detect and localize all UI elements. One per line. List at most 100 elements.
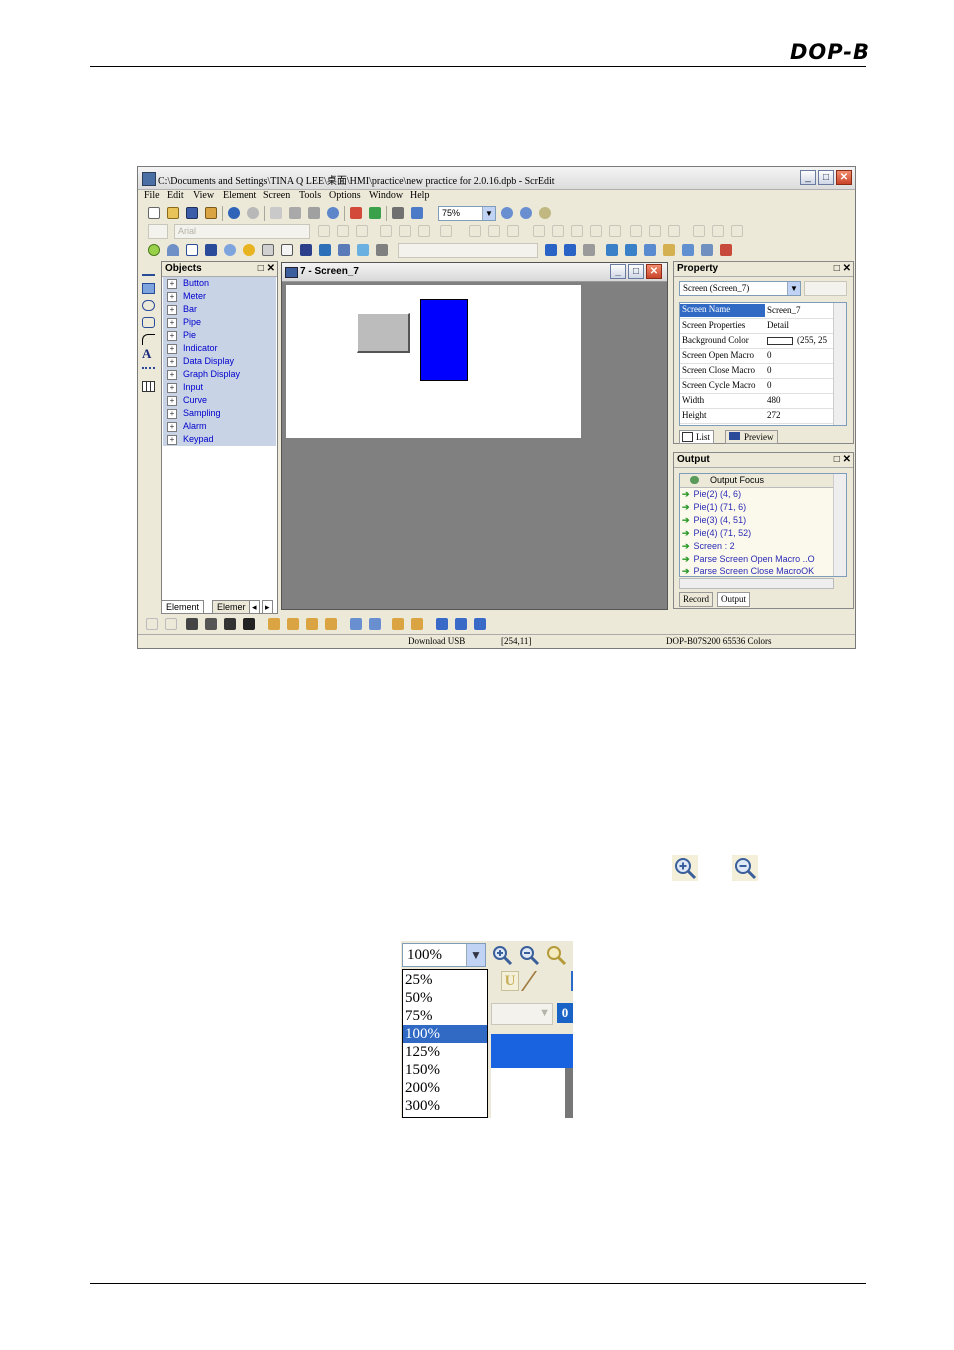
find-icon[interactable] bbox=[327, 207, 339, 219]
screen-1-icon[interactable] bbox=[564, 244, 576, 256]
screen-0-icon[interactable] bbox=[545, 244, 557, 256]
snap-icon[interactable] bbox=[455, 618, 467, 630]
table-icon[interactable] bbox=[142, 381, 155, 392]
object-item-sampling[interactable]: + Sampling bbox=[163, 407, 276, 421]
zoom-option-50[interactable]: 50% bbox=[403, 989, 487, 1007]
output-vscrollbar[interactable] bbox=[833, 474, 846, 576]
object-item-bar[interactable]: + Bar bbox=[163, 303, 276, 317]
object-item-indicator[interactable]: + Indicator bbox=[163, 342, 276, 356]
close-icon[interactable]: ✕ bbox=[646, 264, 662, 279]
panel-close-icon[interactable]: □ ✕ bbox=[258, 262, 275, 276]
zoom-option-25[interactable]: 25% bbox=[403, 971, 487, 989]
expand-icon[interactable]: + bbox=[167, 370, 177, 380]
move-left-icon[interactable] bbox=[268, 618, 280, 630]
send-to-back-icon[interactable] bbox=[205, 618, 217, 630]
tab-record[interactable]: Record bbox=[679, 592, 713, 607]
property-row-screen-properties[interactable]: Screen Properties Detail bbox=[680, 318, 835, 334]
align-objects-left-icon[interactable] bbox=[552, 225, 564, 237]
minimize-icon[interactable]: _ bbox=[610, 264, 626, 279]
property-row-background-color[interactable]: Background Color (255, 25 bbox=[680, 333, 835, 349]
align-objects-top-icon[interactable] bbox=[609, 225, 621, 237]
chevron-down-icon[interactable]: ▼ bbox=[539, 1007, 550, 1019]
close-file-icon[interactable] bbox=[205, 207, 217, 219]
rectangle-icon[interactable] bbox=[142, 283, 155, 294]
property-object-select[interactable]: Screen (Screen_7) ▼ bbox=[679, 281, 801, 296]
move-up-icon[interactable] bbox=[306, 618, 318, 630]
expand-icon[interactable]: + bbox=[167, 435, 177, 445]
bar-element-icon[interactable] bbox=[186, 244, 198, 256]
font-color-icon[interactable] bbox=[440, 225, 452, 237]
output-focus-header[interactable]: Output Focus bbox=[680, 474, 835, 488]
zoom-option-200[interactable]: 200% bbox=[403, 1079, 487, 1097]
button-element[interactable] bbox=[357, 313, 410, 353]
distribute-vertical-icon[interactable] bbox=[712, 225, 724, 237]
zoom-fit-icon[interactable] bbox=[539, 207, 551, 219]
expand-icon[interactable]: + bbox=[167, 292, 177, 302]
output-hscrollbar[interactable] bbox=[679, 578, 834, 589]
property-row-screen-cycle-macro[interactable]: Screen Cycle Macro 0 bbox=[680, 378, 835, 394]
expand-icon[interactable]: + bbox=[167, 318, 177, 328]
property-row-width[interactable]: Width 480 bbox=[680, 393, 835, 409]
object-item-keypad[interactable]: + Keypad bbox=[163, 433, 276, 447]
move-right-icon[interactable] bbox=[287, 618, 299, 630]
menu-screen[interactable]: Screen bbox=[263, 190, 290, 201]
paste-icon[interactable] bbox=[308, 207, 320, 219]
line-tool-icon[interactable] bbox=[520, 971, 558, 991]
property-row-height[interactable]: Height 272 bbox=[680, 408, 835, 424]
align-bottom-icon[interactable] bbox=[418, 225, 430, 237]
property-row-screen-close-macro[interactable]: Screen Close Macro 0 bbox=[680, 363, 835, 379]
ungroup-icon[interactable] bbox=[165, 618, 177, 630]
panel-close-icon[interactable]: □ ✕ bbox=[834, 453, 851, 467]
menu-edit[interactable]: Edit bbox=[167, 190, 184, 201]
alarm-element-icon[interactable] bbox=[357, 244, 369, 256]
tab-output[interactable]: Output bbox=[717, 592, 751, 607]
input-element-icon[interactable] bbox=[300, 244, 312, 256]
simulate-icon[interactable] bbox=[411, 207, 423, 219]
screen-settings-icon[interactable] bbox=[583, 244, 595, 256]
expand-icon[interactable]: + bbox=[167, 422, 177, 432]
screen-canvas[interactable] bbox=[286, 285, 581, 438]
send-backward-icon[interactable] bbox=[243, 618, 255, 630]
align-objects-center-icon[interactable] bbox=[571, 225, 583, 237]
center-icon[interactable] bbox=[731, 225, 743, 237]
align-left-icon[interactable] bbox=[318, 225, 330, 237]
bring-forward-icon[interactable] bbox=[224, 618, 236, 630]
rotate-left-icon[interactable] bbox=[392, 618, 404, 630]
graph-display-element-icon[interactable] bbox=[281, 244, 293, 256]
expand-icon[interactable]: + bbox=[167, 409, 177, 419]
expand-icon[interactable]: + bbox=[167, 383, 177, 393]
menu-file[interactable]: File bbox=[144, 190, 160, 201]
zoom-out-icon[interactable] bbox=[520, 207, 532, 219]
screen-0-icon[interactable]: 0 bbox=[557, 1003, 573, 1023]
save-icon[interactable] bbox=[186, 207, 198, 219]
group-icon[interactable] bbox=[146, 618, 158, 630]
element-combo[interactable] bbox=[398, 243, 538, 258]
meter-element-icon[interactable] bbox=[167, 244, 179, 256]
rotate-right-icon[interactable] bbox=[411, 618, 423, 630]
element-combo[interactable]: ▼ bbox=[491, 1003, 553, 1025]
text-tool-icon[interactable]: A bbox=[142, 347, 155, 360]
open-folder-icon[interactable] bbox=[167, 207, 179, 219]
expand-icon[interactable]: + bbox=[167, 305, 177, 315]
zoom-out-icon[interactable] bbox=[518, 944, 540, 966]
sampling-element-icon[interactable] bbox=[338, 244, 350, 256]
print-icon[interactable] bbox=[392, 207, 404, 219]
same-height-icon[interactable] bbox=[649, 225, 661, 237]
bold-icon[interactable] bbox=[469, 225, 481, 237]
keypad-element-icon[interactable] bbox=[376, 244, 388, 256]
tab-scroll-right-icon[interactable]: ▸ bbox=[262, 600, 273, 614]
export-icon[interactable] bbox=[625, 244, 637, 256]
same-size-icon[interactable] bbox=[668, 225, 680, 237]
grid-icon[interactable] bbox=[436, 618, 448, 630]
align-objects-right-icon[interactable] bbox=[590, 225, 602, 237]
pipe-element-icon[interactable] bbox=[205, 244, 217, 256]
scale-icon[interactable] bbox=[142, 367, 155, 378]
ruler-icon[interactable] bbox=[474, 618, 486, 630]
text-bank-icon[interactable] bbox=[663, 244, 675, 256]
object-item-alarm[interactable]: + Alarm bbox=[163, 420, 276, 434]
property-row-screen-open-macro[interactable]: Screen Open Macro 0 bbox=[680, 348, 835, 364]
underline-icon[interactable]: U bbox=[501, 971, 519, 991]
indicator-element-icon[interactable] bbox=[243, 244, 255, 256]
menu-window[interactable]: Window bbox=[369, 190, 403, 201]
new-file-icon[interactable] bbox=[148, 207, 160, 219]
